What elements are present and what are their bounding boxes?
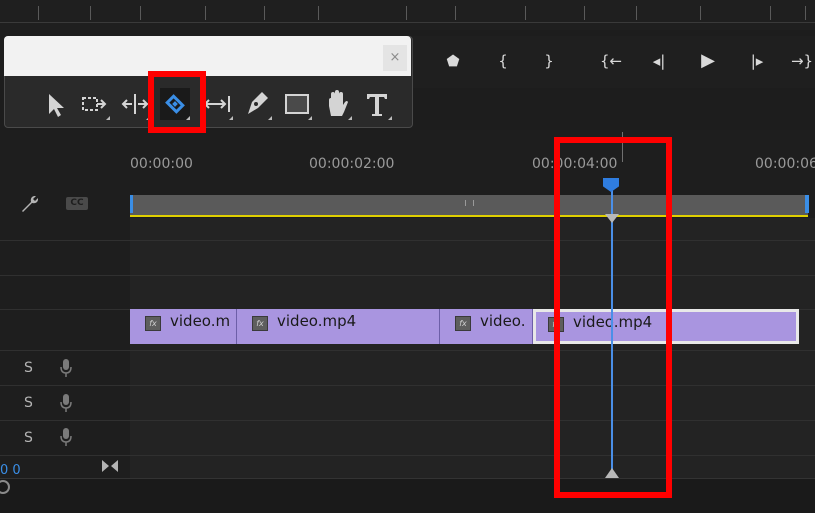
razor-tool-highlight (148, 71, 206, 133)
go-to-out-button[interactable]: →} (788, 50, 815, 72)
time-label: 00:00:00 (130, 156, 193, 172)
microphone-icon[interactable] (60, 393, 72, 413)
mark-in-button[interactable]: { (490, 50, 516, 72)
track-separator (0, 420, 815, 421)
arrow-icon (49, 94, 64, 117)
ruler-tick (140, 6, 141, 20)
clip-name: video.m (170, 312, 231, 330)
pen-tool[interactable] (242, 88, 272, 120)
solo-toggle[interactable]: S (24, 430, 33, 446)
ripple-edit-tool[interactable] (120, 88, 150, 120)
add-marker-button[interactable]: ⬟ (440, 50, 466, 72)
wrench-icon[interactable] (18, 192, 42, 216)
time-label: 00:00:02:00 (309, 156, 395, 172)
ruler-tick (770, 6, 771, 20)
fx-badge: fx (455, 316, 471, 331)
submenu-indicator (268, 116, 272, 120)
microphone-icon[interactable] (60, 427, 72, 447)
video-clip[interactable]: fx video. (440, 309, 533, 344)
fx-badge: fx (145, 316, 161, 331)
work-area-bar[interactable] (130, 195, 808, 217)
ruler-tick (38, 6, 39, 20)
step-forward-button[interactable]: |▸ (743, 50, 771, 72)
track-separator (0, 350, 815, 351)
play-button[interactable]: ▶ (695, 50, 721, 72)
track-separator (0, 385, 815, 386)
zoom-handle-icon[interactable] (101, 458, 119, 472)
submenu-indicator (229, 116, 233, 120)
slip-tool[interactable] (203, 88, 233, 120)
hand-tool[interactable] (322, 88, 352, 120)
rectangle-tool[interactable] (282, 88, 312, 120)
solo-toggle[interactable]: S (24, 395, 33, 411)
type-tool[interactable] (362, 88, 392, 120)
track-separator (0, 275, 815, 276)
ruler-tick (455, 6, 456, 20)
ruler-tick (700, 6, 701, 20)
ruler-tick (264, 6, 265, 20)
track-separator (0, 240, 815, 241)
clip-name: video. (480, 312, 526, 330)
track-select-tool[interactable] (80, 88, 110, 120)
submenu-indicator (388, 116, 392, 120)
selection-tool[interactable] (40, 88, 70, 120)
ruler-tick (406, 6, 407, 20)
ruler-tick (318, 6, 319, 20)
in-point-marker[interactable] (130, 195, 133, 213)
ruler-tick (805, 6, 806, 20)
timecode-readout[interactable]: 0 0 (0, 463, 21, 478)
ruler-tick (525, 6, 526, 20)
track-area[interactable] (130, 218, 815, 478)
playhead-highlight (554, 137, 672, 498)
ruler-tick (584, 6, 585, 20)
go-to-in-button[interactable]: {← (596, 50, 626, 72)
tools-panel-titlebar[interactable] (4, 36, 411, 76)
out-point-marker[interactable] (805, 195, 809, 213)
solo-toggle[interactable]: S (24, 360, 33, 376)
monitor-ruler[interactable] (0, 0, 815, 23)
work-area-grip[interactable] (465, 200, 474, 206)
ruler-tick (205, 6, 206, 20)
submenu-indicator (348, 116, 352, 120)
fx-badge: fx (252, 316, 268, 331)
ruler-tick (90, 6, 91, 20)
mark-out-button[interactable]: } (536, 50, 562, 72)
step-back-button[interactable]: ◂| (645, 50, 673, 72)
clip-name: video.mp4 (277, 312, 357, 330)
tools-close-button[interactable]: × (383, 45, 407, 71)
track-separator (0, 455, 815, 456)
time-label: 00:00:06: (755, 156, 815, 172)
captions-button[interactable]: CC (66, 197, 88, 210)
timeline-scrollbar[interactable] (0, 478, 815, 513)
submenu-indicator (106, 116, 110, 120)
ruler-tick (636, 6, 637, 20)
submenu-indicator (308, 116, 312, 120)
video-clip[interactable]: fx video.mp4 (237, 309, 440, 344)
video-clip[interactable]: fx video.m (130, 309, 237, 344)
microphone-icon[interactable] (60, 358, 72, 378)
